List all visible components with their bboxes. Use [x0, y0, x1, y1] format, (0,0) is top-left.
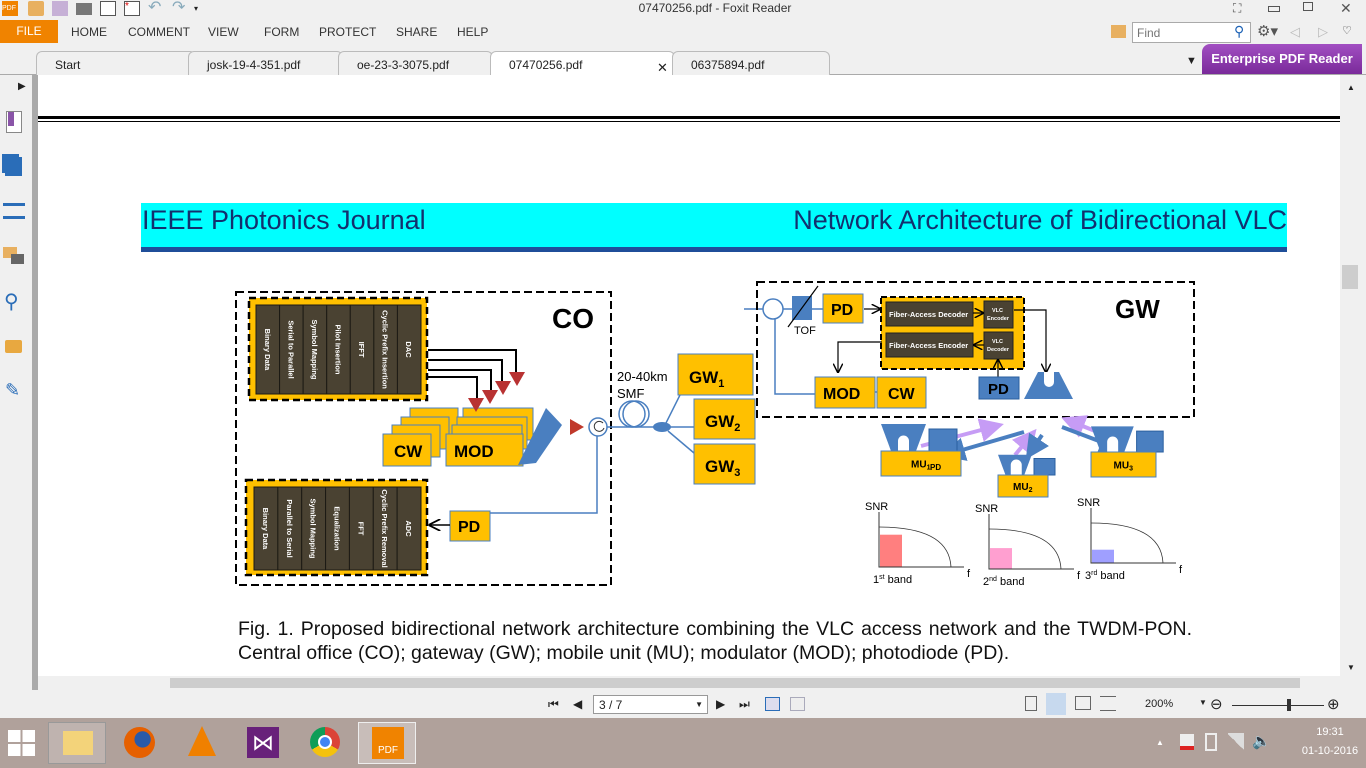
status-toolbar: ⏮ ◀ 3 / 7 ▼ ▶ ⏭ 200% ▼ ⊖ ⊕: [0, 690, 1366, 718]
snr-axis-label: SNR: [1077, 497, 1100, 509]
vlc-encoder: [983, 300, 1014, 329]
single-page-icon[interactable]: [1025, 696, 1037, 711]
dsp-stage-label: Binary Data: [261, 508, 270, 551]
next-view-icon[interactable]: [790, 697, 805, 711]
clock-time[interactable]: 19:31: [1300, 726, 1360, 738]
horizontal-scrollbar[interactable]: [38, 676, 1340, 690]
dsp-stage-label: Pilot Insertion: [334, 324, 343, 374]
page-number-input[interactable]: 3 / 7 ▼: [593, 695, 708, 714]
vlc-encoder-label2: Encoder: [987, 316, 1010, 322]
volume-icon[interactable]: 🔈: [1252, 732, 1271, 750]
zoom-slider[interactable]: [1232, 705, 1324, 706]
gw-pd-label: PD: [831, 302, 853, 319]
file-explorer-icon[interactable]: [48, 722, 106, 764]
scroll-up-icon[interactable]: ▲: [1347, 83, 1355, 92]
gw-mod-label: MOD: [823, 386, 860, 403]
foxit-icon[interactable]: PDF: [358, 722, 416, 764]
continuous-page-icon[interactable]: [1046, 693, 1066, 715]
co-circulator: [588, 417, 608, 437]
dsp-stage-label: Serial to Parallel: [286, 320, 295, 378]
next-page-icon[interactable]: ▶: [716, 697, 725, 711]
dsp-stage-label: Symbol Mapping: [310, 320, 319, 380]
dsp-stage-label: ADC: [404, 520, 413, 537]
f-axis-label: f: [1077, 570, 1081, 582]
band-bar: [1092, 549, 1114, 563]
vlc-icon[interactable]: [188, 726, 216, 756]
band-bar: [990, 548, 1012, 569]
snr-axis-label: SNR: [865, 501, 888, 513]
vertical-scroll-thumb[interactable]: [1342, 265, 1358, 289]
windows-taskbar: ⋈ PDF ▲ 🔈 19:31 01-10-2016: [0, 718, 1366, 768]
snr-axis-label: SNR: [975, 503, 998, 515]
visual-studio-icon[interactable]: ⋈: [247, 727, 279, 758]
previous-page-icon[interactable]: ◀: [573, 697, 582, 711]
snr-plot-3: SNR f 3rd band: [1077, 497, 1183, 582]
chrome-icon[interactable]: [310, 727, 340, 757]
vlc-decoder-label2: Decoder: [987, 347, 1010, 353]
mu-pd: [928, 428, 958, 452]
vlc-decoder: [983, 331, 1014, 360]
continuous-facing-icon[interactable]: [1100, 696, 1116, 711]
snr-plot-2: SNR f 2nd band: [975, 503, 1081, 588]
snr-plot-1: SNR f 1st band: [865, 501, 971, 586]
horizontal-scroll-thumb[interactable]: [170, 678, 1300, 688]
dsp-stage-label: FFT: [356, 522, 365, 536]
co-label: CO: [552, 303, 594, 334]
zoom-out-icon[interactable]: ⊖: [1210, 695, 1223, 713]
network-icon[interactable]: [1228, 733, 1244, 751]
first-page-icon[interactable]: ⏮: [548, 697, 559, 712]
fiber-access-decoder-label: Fiber-Access Decoder: [889, 310, 968, 319]
fiber-access-encoder-label: Fiber-Access Encoder: [889, 341, 968, 350]
cw-label: CW: [394, 442, 423, 461]
band-label: 1st band: [873, 574, 912, 586]
dsp-stage-label: IFFT: [357, 342, 366, 358]
dsp-stage-label: Equalization: [333, 506, 342, 551]
facing-page-icon[interactable]: [1075, 696, 1091, 710]
vlc-encoder-label: VLC: [992, 308, 1003, 314]
co-pd-label: PD: [458, 519, 480, 536]
scroll-down-icon[interactable]: ▼: [1347, 663, 1355, 672]
page-number-value: 3 / 7: [599, 698, 623, 712]
dsp-stage-label: Binary Data: [263, 329, 272, 372]
zoom-level[interactable]: 200%: [1145, 698, 1173, 710]
dsp-stage-label: Parallel to Serial: [285, 499, 294, 557]
dsp-stage-label: Symbol Mapping: [309, 499, 318, 559]
band-label: 2nd band: [983, 576, 1024, 588]
firefox-icon[interactable]: [124, 727, 155, 758]
gw-vlc-pd-label: PD: [988, 381, 1009, 398]
action-center-icon[interactable]: [1180, 734, 1194, 750]
zoom-dropdown-icon[interactable]: ▼: [1199, 698, 1207, 707]
figure-caption: Fig. 1. Proposed bidirectional network a…: [238, 618, 1192, 664]
zoom-slider-thumb[interactable]: [1287, 699, 1291, 711]
dsp-stage-label: DAC: [404, 341, 413, 358]
gw-circulator: [762, 298, 784, 320]
fiber-type-label: SMF: [617, 386, 645, 401]
f-axis-label: f: [1179, 564, 1183, 576]
edfa-amplifier: [570, 419, 584, 435]
tof-label: TOF: [794, 325, 816, 337]
battery-icon[interactable]: [1205, 733, 1217, 751]
vertical-scrollbar[interactable]: ▲ ▼: [1340, 75, 1362, 676]
vlc-decoder-label: VLC: [992, 339, 1003, 345]
mod-label: MOD: [454, 442, 494, 461]
clock-date[interactable]: 01-10-2016: [1300, 745, 1360, 757]
show-hidden-icons[interactable]: ▲: [1156, 738, 1164, 747]
zoom-in-icon[interactable]: ⊕: [1327, 695, 1340, 713]
previous-view-icon[interactable]: [765, 697, 780, 711]
f-axis-label: f: [967, 568, 971, 580]
mu-pd: [1136, 430, 1164, 453]
band-bar: [880, 534, 902, 567]
gw-title: GW: [1115, 294, 1160, 324]
dsp-stage-label: Cyclic Prefix Removal: [380, 489, 389, 567]
band-label: 3rd band: [1085, 570, 1125, 582]
start-icon[interactable]: [8, 730, 35, 756]
last-page-icon[interactable]: ⏭: [739, 697, 750, 712]
optical-splitter: [653, 422, 671, 432]
fiber-length-label: 20-40km: [617, 369, 668, 384]
mu1-pd-label: PD: [930, 463, 941, 472]
mu-pd: [1033, 458, 1056, 476]
dsp-stage-label: Cyclic Prefix Insertion: [381, 310, 390, 389]
gw-cw-label: CW: [888, 386, 916, 403]
